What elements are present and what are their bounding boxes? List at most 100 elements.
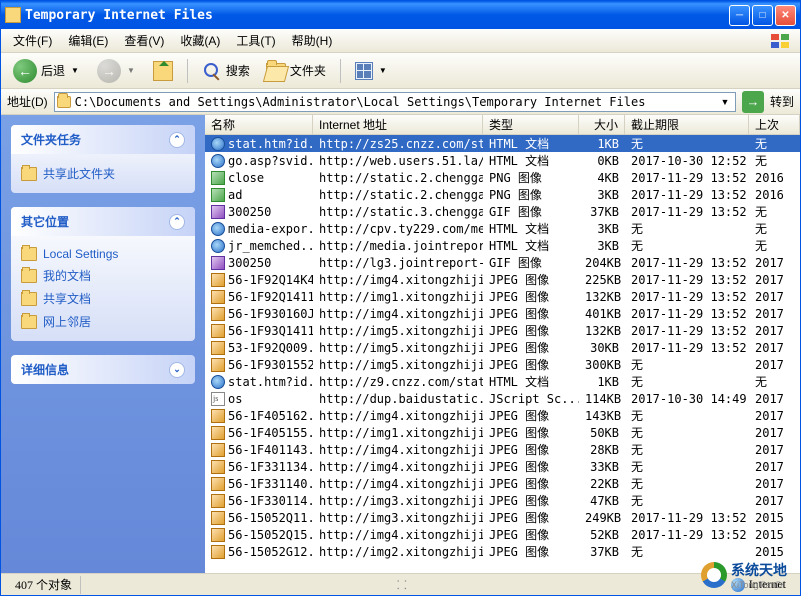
chevron-down-icon[interactable]: ▼	[69, 66, 81, 75]
file-row[interactable]: 56-1F331134...http://img4.xitongzhijia..…	[205, 458, 800, 475]
panel-header[interactable]: 详细信息 ⌄	[11, 355, 195, 384]
file-type: JPEG 图像	[483, 407, 579, 424]
status-count: 407 个对象	[7, 576, 81, 594]
file-last: 2017	[749, 307, 800, 321]
file-expires: 2017-10-30 14:49	[625, 392, 749, 406]
file-row[interactable]: 300250http://static.3.chenggao...GIF 图像3…	[205, 203, 800, 220]
collapse-icon[interactable]: ⌃	[169, 132, 185, 148]
file-row[interactable]: stat.htm?id...http://zs25.cnzz.com/stat.…	[205, 135, 800, 152]
file-row[interactable]: jr_memched...http://media.jointreport-..…	[205, 237, 800, 254]
file-row[interactable]: go.asp?svid...http://web.users.51.la/go.…	[205, 152, 800, 169]
search-button[interactable]: 搜索	[196, 59, 256, 83]
up-button[interactable]	[147, 59, 179, 83]
menu-favorites[interactable]: 收藏(A)	[172, 29, 228, 52]
file-row[interactable]: 56-1F930160J3http://img4.xitongzhijia...…	[205, 305, 800, 322]
file-url: http://img4.xitongzhijia...	[313, 528, 483, 542]
file-url: http://lg3.jointreport-sw...	[313, 256, 483, 270]
forward-icon: →	[97, 59, 121, 83]
file-last: 2017	[749, 477, 800, 491]
col-url[interactable]: Internet 地址	[313, 115, 483, 134]
status-grip: ⸬	[81, 576, 723, 593]
address-label: 地址(D)	[7, 93, 48, 110]
menu-file[interactable]: 文件(F)	[5, 29, 60, 52]
file-type-icon	[211, 154, 225, 168]
file-row[interactable]: 56-15052Q15...http://img4.xitongzhijia..…	[205, 526, 800, 543]
file-type: JPEG 图像	[483, 475, 579, 492]
link-label: 共享此文件夹	[43, 165, 115, 182]
panel-header[interactable]: 文件夹任务 ⌃	[11, 125, 195, 154]
my-documents-link[interactable]: 我的文档	[21, 264, 185, 287]
file-row[interactable]: 56-15052G12...http://img2.xitongzhijia..…	[205, 543, 800, 560]
col-size[interactable]: 大小	[579, 115, 625, 134]
file-type-icon	[211, 273, 225, 287]
file-last: 2017	[749, 460, 800, 474]
menu-edit[interactable]: 编辑(E)	[60, 29, 116, 52]
back-button[interactable]: ← 后退 ▼	[7, 57, 87, 85]
file-row[interactable]: closehttp://static.2.chenggao...PNG 图像4K…	[205, 169, 800, 186]
address-dropdown[interactable]: ▼	[717, 97, 733, 107]
menu-help[interactable]: 帮助(H)	[284, 29, 341, 52]
window: Temporary Internet Files ─ □ ✕ 文件(F) 编辑(…	[0, 0, 801, 596]
file-row[interactable]: media-expor...http://cpv.ty229.com/medi.…	[205, 220, 800, 237]
file-url: http://img4.xitongzhijia...	[313, 273, 483, 287]
col-name[interactable]: 名称	[205, 115, 313, 134]
file-row[interactable]: 56-1F330114...http://img3.xitongzhijia..…	[205, 492, 800, 509]
col-last[interactable]: 上次	[749, 115, 800, 134]
folders-button[interactable]: 文件夹	[260, 60, 332, 81]
views-button[interactable]: ▼	[349, 60, 395, 82]
file-last: 2015	[749, 511, 800, 525]
file-last: 2016	[749, 171, 800, 185]
file-row[interactable]: 56-1F405162...http://img4.xitongzhijia..…	[205, 407, 800, 424]
file-name: 56-1F331134...	[228, 460, 313, 474]
file-expires: 无	[625, 492, 749, 509]
file-type-icon	[211, 426, 225, 440]
address-input[interactable]	[75, 95, 717, 109]
file-name: stat.htm?id...	[228, 375, 313, 389]
network-places-link[interactable]: 网上邻居	[21, 310, 185, 333]
file-size: 1KB	[579, 137, 625, 151]
file-row[interactable]: 53-1F92Q009...http://img5.xitongzhijia..…	[205, 339, 800, 356]
col-expires[interactable]: 截止期限	[625, 115, 749, 134]
file-row[interactable]: 56-15052Q11...http://img3.xitongzhijia..…	[205, 509, 800, 526]
maximize-button[interactable]: □	[752, 5, 773, 26]
file-url: http://zs25.cnzz.com/stat...	[313, 137, 483, 151]
close-button[interactable]: ✕	[775, 5, 796, 26]
go-button[interactable]: →	[742, 91, 764, 113]
address-field-wrap[interactable]: ▼	[54, 92, 736, 112]
panel-header[interactable]: 其它位置 ⌃	[11, 207, 195, 236]
shared-documents-link[interactable]: 共享文档	[21, 287, 185, 310]
file-row[interactable]: 56-1F930155238http://img5.xitongzhijia..…	[205, 356, 800, 373]
file-row[interactable]: stat.htm?id...http://z9.cnzz.com/stat.h.…	[205, 373, 800, 390]
file-row[interactable]: 300250http://lg3.jointreport-sw...GIF 图像…	[205, 254, 800, 271]
file-row[interactable]: 56-1F93Q14119http://img5.xitongzhijia...…	[205, 322, 800, 339]
menu-tools[interactable]: 工具(T)	[228, 29, 283, 52]
chevron-down-icon[interactable]: ▼	[377, 66, 389, 75]
file-url: http://cpv.ty229.com/medi...	[313, 222, 483, 236]
file-type-icon	[211, 375, 225, 389]
watermark: 系统天地 XiTongTianDi	[701, 560, 787, 590]
file-type: GIF 图像	[483, 254, 579, 271]
file-type-icon	[211, 392, 225, 406]
file-row[interactable]: 56-1F92Q14K4http://img4.xitongzhijia...J…	[205, 271, 800, 288]
titlebar[interactable]: Temporary Internet Files ─ □ ✕	[1, 1, 800, 29]
list-body[interactable]: stat.htm?id... http://zs25.cnzz.com/stat.…	[205, 135, 800, 573]
col-type[interactable]: 类型	[483, 115, 579, 134]
file-row[interactable]: 56-1F331140...http://img4.xitongzhijia..…	[205, 475, 800, 492]
file-row[interactable]: adhttp://static.2.chenggao...PNG 图像3KB20…	[205, 186, 800, 203]
menu-view[interactable]: 查看(V)	[116, 29, 172, 52]
file-row[interactable]: oshttp://dup.baidustatic.co...JScript Sc…	[205, 390, 800, 407]
minimize-button[interactable]: ─	[729, 5, 750, 26]
collapse-icon[interactable]: ⌃	[169, 214, 185, 230]
share-folder-link[interactable]: 共享此文件夹	[21, 162, 185, 185]
file-size: 50KB	[579, 426, 625, 440]
file-expires: 2017-11-29 13:52	[625, 205, 749, 219]
local-settings-link[interactable]: Local Settings	[21, 244, 185, 264]
file-expires: 2017-11-29 13:52	[625, 324, 749, 338]
menubar: 文件(F) 编辑(E) 查看(V) 收藏(A) 工具(T) 帮助(H)	[1, 29, 800, 53]
file-row[interactable]: 56-1F405155...http://img1.xitongzhijia..…	[205, 424, 800, 441]
file-row[interactable]: 56-1F92Q14119http://img1.xitongzhijia...…	[205, 288, 800, 305]
file-row[interactable]: 56-1F401143...http://img4.xitongzhijia..…	[205, 441, 800, 458]
expand-icon[interactable]: ⌄	[169, 362, 185, 378]
file-last: 无	[749, 237, 800, 254]
search-icon	[202, 61, 222, 81]
